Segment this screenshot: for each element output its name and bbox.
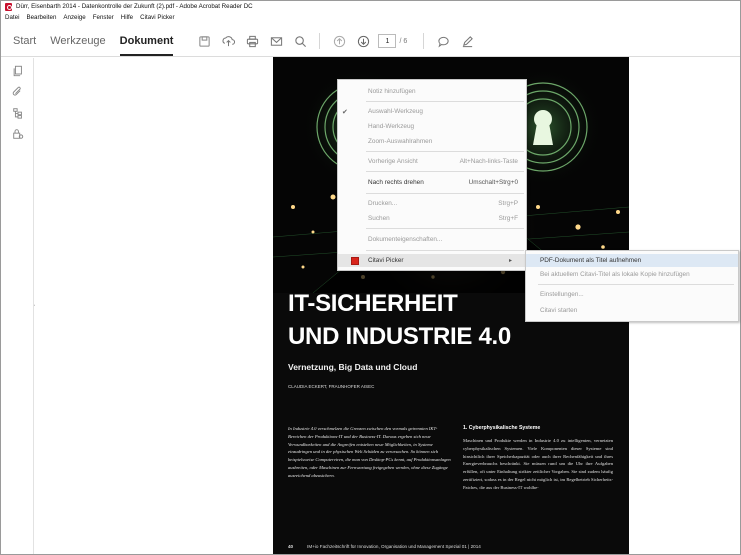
citavi-submenu: PDF-Dokument als Titel aufnehmen Bei akt… xyxy=(525,250,739,322)
page-up-icon[interactable] xyxy=(330,32,348,50)
menu-item-label: Vorherige Ansicht xyxy=(368,158,418,165)
menu-item-label: Citavi Picker xyxy=(368,257,404,264)
comment-icon[interactable] xyxy=(434,32,452,50)
attachment-icon[interactable] xyxy=(8,84,28,100)
acrobat-window: Dürr, Eisenbarth 2014 - Datenkontrolle d… xyxy=(0,0,741,555)
menu-item-shortcut: Alt+Nach-links-Taste xyxy=(459,158,518,165)
menu-item-rotate-right[interactable]: Nach rechts drehen Umschalt+Strg+0 xyxy=(338,176,526,189)
menu-bearbeiten[interactable]: Bearbeiten xyxy=(26,14,56,21)
menu-anzeige[interactable]: Anzeige xyxy=(63,14,85,21)
menu-item-label: Nach rechts drehen xyxy=(368,179,424,186)
title-bar: Dürr, Eisenbarth 2014 - Datenkontrolle d… xyxy=(1,1,740,12)
menu-item-citavi-picker[interactable]: Citavi Picker ▸ xyxy=(338,254,526,267)
journal-footer: IM+io Fachzeitschrift für Innovation, Or… xyxy=(307,544,481,549)
toolbar: Start Werkzeuge Dokument 1 / 6 xyxy=(1,26,740,57)
page-down-icon[interactable] xyxy=(354,32,372,50)
pen-icon[interactable] xyxy=(458,32,476,50)
pages-icon[interactable] xyxy=(8,63,28,79)
menu-separator xyxy=(366,228,524,229)
tab-start[interactable]: Start xyxy=(13,35,36,47)
context-menu: Notiz hinzufügen ✔ Auswahl-Werkzeug Hand… xyxy=(337,79,527,271)
bookmarks-icon[interactable] xyxy=(8,105,28,121)
menu-fenster[interactable]: Fenster xyxy=(93,14,114,21)
menu-separator xyxy=(366,101,524,102)
menu-item-label: Drucken... xyxy=(368,200,398,207)
menu-item-zoom-marquee[interactable]: Zoom-Auswahlrahmen xyxy=(338,135,526,148)
menu-item-print[interactable]: Drucken... Strg+P xyxy=(338,197,526,210)
article-subtitle: Vernetzung, Big Data und Cloud xyxy=(288,362,418,372)
submenu-item-settings[interactable]: Einstellungen... xyxy=(526,288,738,301)
menu-separator xyxy=(538,284,734,285)
article-body: Maschinen und Produkte werden in Industr… xyxy=(463,438,613,490)
menu-item-add-note[interactable]: Notiz hinzufügen xyxy=(338,85,526,98)
page-footer: 40 IM+io Fachzeitschrift für Innovation,… xyxy=(273,539,629,554)
menu-separator xyxy=(366,250,524,251)
submenu-item-label: Bei aktuellem Citavi-Titel als lokale Ko… xyxy=(540,271,690,278)
page-number: 40 xyxy=(288,544,294,549)
article-authors: CLAUDIA ECKERT, FRAUNHOFER AISEC xyxy=(288,384,375,389)
submenu-item-label: Citavi starten xyxy=(540,307,578,314)
menu-item-previous-view[interactable]: Vorherige Ansicht Alt+Nach-links-Taste xyxy=(338,155,526,168)
tab-werkzeuge[interactable]: Werkzeuge xyxy=(50,35,105,47)
menu-item-search[interactable]: Suchen Strg+F xyxy=(338,212,526,225)
save-icon[interactable] xyxy=(195,32,213,50)
tab-dokument[interactable]: Dokument xyxy=(119,35,173,56)
menu-datei[interactable]: Datei xyxy=(5,14,19,21)
menu-separator xyxy=(366,193,524,194)
page-number-input[interactable]: 1 xyxy=(378,34,397,48)
menu-item-document-properties[interactable]: Dokumenteigenschaften... xyxy=(338,233,526,246)
menu-item-label: Suchen xyxy=(368,215,390,222)
menu-separator xyxy=(366,171,524,172)
menu-item-shortcut: Umschalt+Strg+0 xyxy=(468,179,518,186)
navigation-pane xyxy=(1,58,34,554)
menu-item-selection-tool[interactable]: ✔ Auswahl-Werkzeug xyxy=(338,105,526,118)
citavi-icon xyxy=(351,256,359,265)
menu-citavi-picker[interactable]: Citavi Picker xyxy=(140,14,174,21)
menu-separator xyxy=(366,151,524,152)
lock-search-icon[interactable] xyxy=(8,126,28,142)
submenu-item-label: Einstellungen... xyxy=(540,291,584,298)
toolbar-divider xyxy=(423,33,425,49)
search-icon[interactable] xyxy=(291,32,309,50)
submenu-item-add-pdf-as-title[interactable]: PDF-Dokument als Titel aufnehmen xyxy=(526,254,738,267)
menu-item-label: Dokumenteigenschaften... xyxy=(368,236,443,243)
window-title: Dürr, Eisenbarth 2014 - Datenkontrolle d… xyxy=(16,3,253,10)
menu-item-shortcut: Strg+F xyxy=(498,215,518,222)
menu-item-label: Zoom-Auswahlrahmen xyxy=(368,138,433,145)
menu-item-label: Hand-Werkzeug xyxy=(368,123,415,130)
toolbar-divider xyxy=(319,33,321,49)
menu-item-label: Auswahl-Werkzeug xyxy=(368,108,423,115)
menu-hilfe[interactable]: Hilfe xyxy=(121,14,133,21)
email-icon[interactable] xyxy=(267,32,285,50)
page-total: / 6 xyxy=(399,37,408,45)
menu-item-hand-tool[interactable]: Hand-Werkzeug xyxy=(338,120,526,133)
menu-bar: Datei Bearbeiten Anzeige Fenster Hilfe C… xyxy=(1,12,175,23)
upload-icon[interactable] xyxy=(219,32,237,50)
article-abstract: In Industrie 4.0 verschmelzen die Grenze… xyxy=(288,426,451,478)
checkmark-icon: ✔ xyxy=(342,108,348,116)
article-headline-line-1: IT-SICHERHEIT xyxy=(288,290,458,317)
menu-item-label: Notiz hinzufügen xyxy=(368,88,416,95)
article-headline-line-2: UND INDUSTRIE 4.0 xyxy=(288,323,511,350)
acrobat-logo-icon xyxy=(5,2,12,11)
submenu-item-start-citavi[interactable]: Citavi starten xyxy=(526,304,738,317)
submenu-item-add-local-copy[interactable]: Bei aktuellem Citavi-Titel als lokale Ko… xyxy=(526,268,738,281)
submenu-item-label: PDF-Dokument als Titel aufnehmen xyxy=(540,257,642,264)
print-icon[interactable] xyxy=(243,32,261,50)
section-heading: 1. Cyberphysikalische Systeme xyxy=(463,425,541,431)
submenu-arrow-icon: ▸ xyxy=(508,258,512,264)
menu-item-shortcut: Strg+P xyxy=(498,200,518,207)
